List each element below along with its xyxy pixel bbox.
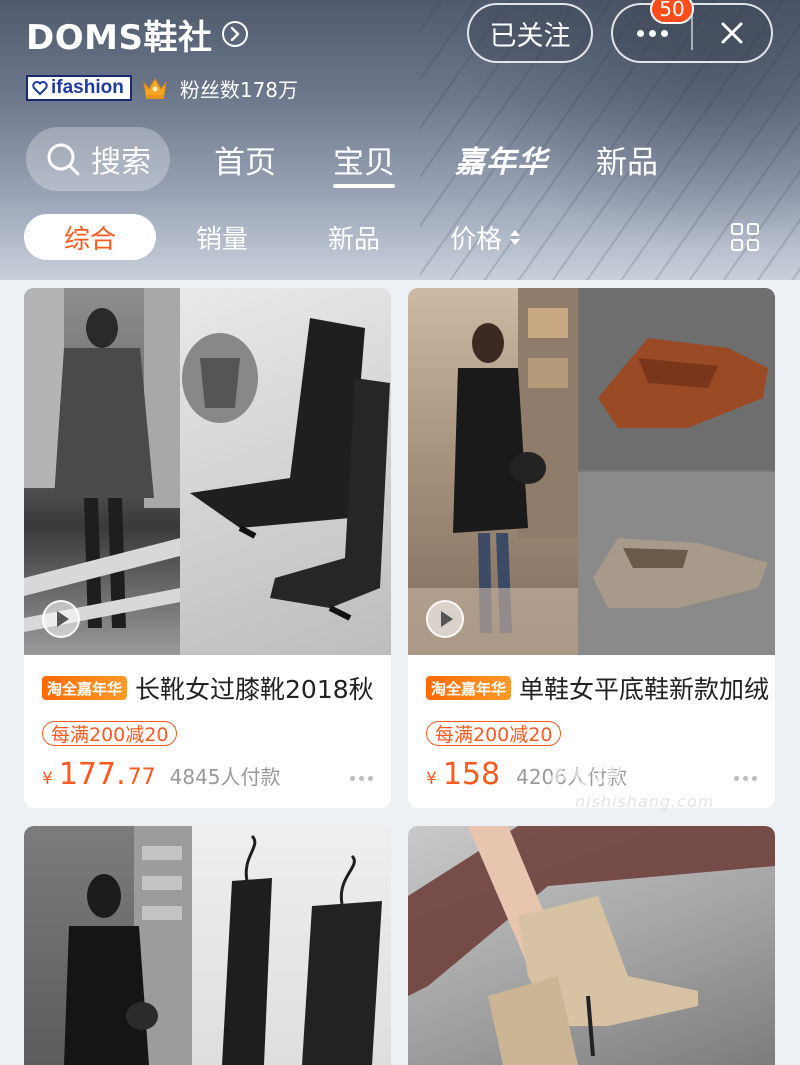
close-icon xyxy=(721,22,743,44)
store-name-text: DOMS鞋社 xyxy=(26,17,213,58)
tab-products[interactable]: 宝贝 xyxy=(333,127,395,191)
play-video-icon[interactable] xyxy=(426,600,464,638)
product-card[interactable] xyxy=(408,826,775,1065)
tab-new[interactable]: 新品 xyxy=(596,127,658,191)
carnival-tag: 淘全嘉年华 xyxy=(426,676,512,700)
ankle-boot-photo xyxy=(408,826,775,1065)
boots-photo xyxy=(180,288,391,655)
product-card[interactable]: 淘全嘉年华 长靴女过膝靴2018秋 每满200减20 ¥ 177. 77 484… xyxy=(24,288,391,808)
ifashion-heart-icon xyxy=(32,81,48,96)
boots-photo xyxy=(192,826,391,1065)
ifashion-label: ifashion xyxy=(51,77,124,98)
more-options-icon[interactable] xyxy=(350,776,373,781)
price-decimal: 77 xyxy=(127,765,156,790)
sort-comprehensive[interactable]: 综合 xyxy=(24,214,156,260)
product-card[interactable] xyxy=(24,826,391,1065)
product-image[interactable] xyxy=(24,288,391,655)
ifashion-brand-tag: ifashion xyxy=(26,75,132,101)
price-integer: 177. xyxy=(58,757,126,792)
loafers-photo xyxy=(578,288,775,655)
sort-price[interactable]: 价格 xyxy=(450,214,521,260)
tab-carnival[interactable]: 嘉年华 xyxy=(455,127,548,191)
product-card[interactable]: 淘全嘉年华 单鞋女平底鞋新款加绒 每满200减20 ¥ 158 4206人付款 xyxy=(408,288,775,808)
store-meta: ifashion 粉丝数178万 xyxy=(26,72,298,104)
product-image[interactable] xyxy=(408,826,775,1065)
follow-button[interactable]: 已关注 xyxy=(467,3,593,63)
search-icon xyxy=(47,143,80,176)
notification-badge: 50 xyxy=(650,0,694,24)
fans-count: 粉丝数178万 xyxy=(179,77,299,102)
search-label: 搜索 xyxy=(91,145,151,180)
grid-view-icon[interactable] xyxy=(731,223,759,251)
store-nav: 搜索 首页 宝贝 嘉年华 新品 xyxy=(26,127,658,191)
promo-badge: 每满200减20 xyxy=(426,721,562,746)
product-image[interactable] xyxy=(24,826,391,1065)
more-options-icon[interactable] xyxy=(734,776,757,781)
currency-symbol: ¥ xyxy=(42,769,53,789)
search-button[interactable]: 搜索 xyxy=(26,127,170,191)
currency-symbol: ¥ xyxy=(426,769,437,789)
product-title[interactable]: 长靴女过膝靴2018秋 xyxy=(135,670,374,706)
watermark-url: nishishang.com xyxy=(575,792,715,811)
promo-badge: 每满200减20 xyxy=(42,721,178,746)
sort-price-label: 价格 xyxy=(450,224,503,255)
product-image[interactable] xyxy=(408,288,775,655)
model-photo xyxy=(24,826,192,1065)
sort-arrows-icon xyxy=(510,229,521,245)
sort-bar: 综合 销量 新品 价格 xyxy=(24,214,776,260)
store-title[interactable]: DOMS鞋社 xyxy=(26,12,249,58)
play-video-icon[interactable] xyxy=(42,600,80,638)
sort-new[interactable]: 新品 xyxy=(328,214,380,260)
product-title-row: 淘全嘉年华 单鞋女平底鞋新款加绒 xyxy=(426,671,769,705)
sort-sales[interactable]: 销量 xyxy=(196,214,248,260)
model-photo xyxy=(408,288,578,655)
tab-home[interactable]: 首页 xyxy=(214,127,276,191)
product-title-row: 淘全嘉年华 长靴女过膝靴2018秋 xyxy=(42,671,374,705)
model-photo xyxy=(24,288,180,655)
crown-icon xyxy=(143,78,167,99)
price-row: ¥ 177. 77 4845人付款 xyxy=(42,757,281,797)
close-button[interactable] xyxy=(693,5,771,61)
sales-count: 4845人付款 xyxy=(169,765,281,789)
chevron-right-icon[interactable] xyxy=(222,21,249,47)
price-integer: 158 xyxy=(442,757,501,792)
more-dots-icon xyxy=(636,29,668,37)
product-title[interactable]: 单鞋女平底鞋新款加绒 xyxy=(519,670,769,706)
carnival-tag: 淘全嘉年华 xyxy=(42,676,128,700)
